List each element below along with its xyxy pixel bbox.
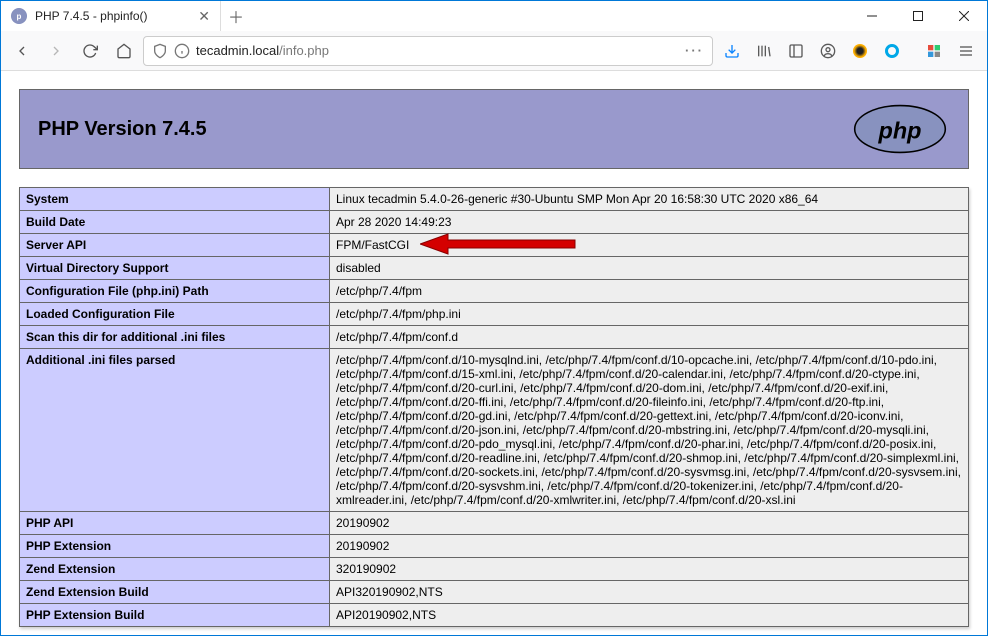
extension-3-icon[interactable]	[919, 36, 949, 66]
titlebar: p PHP 7.4.5 - phpinfo() ✕ ＋	[1, 1, 987, 31]
php-header: PHP Version 7.4.5 php	[19, 89, 969, 169]
extension-2-icon[interactable]	[877, 36, 907, 66]
table-row: Zend Extension BuildAPI320190902,NTS	[20, 581, 969, 604]
info-key: PHP API	[20, 512, 330, 535]
php-favicon-icon: p	[11, 8, 27, 24]
info-key: Zend Extension Build	[20, 581, 330, 604]
minimize-button[interactable]	[849, 1, 895, 31]
info-key: Virtual Directory Support	[20, 257, 330, 280]
info-icon	[174, 43, 190, 59]
table-row: PHP Extension BuildAPI20190902,NTS	[20, 604, 969, 627]
table-row: PHP Extension20190902	[20, 535, 969, 558]
info-value: 320190902	[330, 558, 969, 581]
info-value: /etc/php/7.4/fpm/conf.d/10-mysqlnd.ini, …	[330, 349, 969, 512]
info-value: /etc/php/7.4/fpm/conf.d	[330, 326, 969, 349]
info-value: API20190902,NTS	[330, 604, 969, 627]
menu-button[interactable]	[951, 36, 981, 66]
window-controls	[849, 1, 987, 31]
info-value: Linux tecadmin 5.4.0-26-generic #30-Ubun…	[330, 188, 969, 211]
library-button[interactable]	[749, 36, 779, 66]
account-button[interactable]	[813, 36, 843, 66]
url-host: tecadmin.local	[196, 43, 279, 58]
info-key: Loaded Configuration File	[20, 303, 330, 326]
table-row: Virtual Directory Supportdisabled	[20, 257, 969, 280]
info-key: PHP Extension Build	[20, 604, 330, 627]
info-value: Apr 28 2020 14:49:23	[330, 211, 969, 234]
info-value: API320190902,NTS	[330, 581, 969, 604]
table-row: Additional .ini files parsed/etc/php/7.4…	[20, 349, 969, 512]
info-key: Additional .ini files parsed	[20, 349, 330, 512]
info-key: Configuration File (php.ini) Path	[20, 280, 330, 303]
table-row: Zend Extension320190902	[20, 558, 969, 581]
forward-button[interactable]	[41, 36, 71, 66]
page-content[interactable]: PHP Version 7.4.5 php SystemLinux tecadm…	[1, 71, 987, 635]
info-key: System	[20, 188, 330, 211]
info-value: 20190902	[330, 535, 969, 558]
back-button[interactable]	[7, 36, 37, 66]
svg-text:php: php	[878, 117, 922, 143]
table-row: PHP API20190902	[20, 512, 969, 535]
info-value: 20190902	[330, 512, 969, 535]
table-row: Build DateApr 28 2020 14:49:23	[20, 211, 969, 234]
browser-tab[interactable]: p PHP 7.4.5 - phpinfo() ✕	[1, 1, 221, 31]
phpinfo-table: SystemLinux tecadmin 5.4.0-26-generic #3…	[19, 187, 969, 627]
browser-toolbar: tecadmin.local/info.php ···	[1, 31, 987, 71]
maximize-button[interactable]	[895, 1, 941, 31]
shield-icon	[152, 43, 168, 59]
info-key: Zend Extension	[20, 558, 330, 581]
url-actions-icon[interactable]: ···	[685, 43, 704, 58]
info-key: Server API	[20, 234, 330, 257]
downloads-button[interactable]	[717, 36, 747, 66]
table-row: SystemLinux tecadmin 5.4.0-26-generic #3…	[20, 188, 969, 211]
table-row: Loaded Configuration File/etc/php/7.4/fp…	[20, 303, 969, 326]
info-key: Scan this dir for additional .ini files	[20, 326, 330, 349]
info-key: PHP Extension	[20, 535, 330, 558]
url-path: /info.php	[279, 43, 329, 58]
reload-button[interactable]	[75, 36, 105, 66]
php-version-heading: PHP Version 7.4.5	[38, 118, 207, 141]
extension-1-icon[interactable]	[845, 36, 875, 66]
highlight-arrow-icon	[420, 232, 580, 256]
table-row: Configuration File (php.ini) Path/etc/ph…	[20, 280, 969, 303]
close-tab-icon[interactable]: ✕	[198, 8, 210, 25]
sidebar-button[interactable]	[781, 36, 811, 66]
info-value: /etc/php/7.4/fpm/php.ini	[330, 303, 969, 326]
close-window-button[interactable]	[941, 1, 987, 31]
url-bar[interactable]: tecadmin.local/info.php ···	[143, 36, 713, 66]
new-tab-button[interactable]: ＋	[221, 1, 251, 31]
table-row: Server APIFPM/FastCGI	[20, 234, 969, 257]
php-logo-icon: php	[850, 104, 950, 154]
tab-title: PHP 7.4.5 - phpinfo()	[35, 9, 190, 23]
home-button[interactable]	[109, 36, 139, 66]
info-value: FPM/FastCGI	[330, 234, 969, 257]
info-value: disabled	[330, 257, 969, 280]
info-key: Build Date	[20, 211, 330, 234]
info-value: /etc/php/7.4/fpm	[330, 280, 969, 303]
table-row: Scan this dir for additional .ini files/…	[20, 326, 969, 349]
